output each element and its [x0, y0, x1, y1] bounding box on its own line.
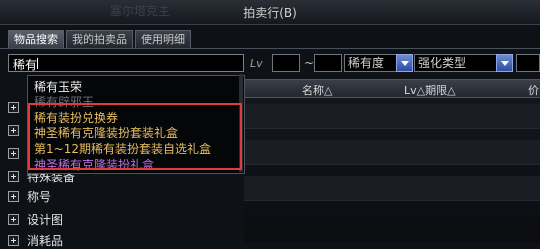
column-price[interactable]: 价	[528, 82, 539, 98]
tab-usage-details[interactable]: 使用明细	[135, 30, 191, 48]
search-input-value: 稀有	[13, 58, 38, 72]
search-input[interactable]: 稀有	[8, 54, 244, 72]
rarity-select-chevron-down-icon[interactable]	[396, 54, 413, 72]
enhance-type-select[interactable]: 强化类型	[414, 54, 513, 72]
expand-plus-icon[interactable]	[8, 101, 19, 113]
category-label: 称号	[27, 189, 52, 204]
text-caret	[37, 58, 38, 69]
window-title: 拍卖行(B)	[243, 6, 297, 20]
expand-plus-icon[interactable]	[8, 190, 19, 202]
level-min-input[interactable]	[272, 54, 300, 72]
extra-filter-input[interactable]	[516, 54, 540, 72]
category-item-title[interactable]: 称号	[8, 187, 51, 205]
rarity-select-value: 稀有度	[348, 56, 385, 70]
enhance-type-select-value: 强化类型	[418, 56, 467, 70]
category-item-hidden-2[interactable]	[8, 121, 27, 139]
tab-my-auctions[interactable]: 我的拍卖品	[66, 30, 133, 48]
category-label: 设计图	[27, 212, 64, 227]
window-titlebar: 塞尔塔克主 拍卖行(B)	[0, 0, 540, 25]
level-separator: ~	[304, 56, 315, 70]
category-item-consumables[interactable]: 消耗品	[8, 231, 63, 249]
expand-plus-icon[interactable]	[8, 147, 19, 159]
enhance-type-select-chevron-down-icon[interactable]	[496, 54, 513, 72]
column-lv-period[interactable]: Lv△期限△	[404, 82, 456, 98]
expand-plus-icon[interactable]	[8, 124, 19, 136]
result-row[interactable]	[244, 104, 540, 129]
tab-divider	[0, 48, 540, 49]
tab-bar: 物品搜索 我的拍卖品 使用明细	[8, 30, 193, 48]
rarity-select[interactable]: 稀有度	[344, 54, 413, 72]
expand-plus-icon[interactable]	[8, 234, 19, 246]
category-label: 消耗品	[27, 233, 64, 248]
category-item-hidden-3[interactable]	[8, 144, 27, 162]
category-item-hidden-1[interactable]	[8, 98, 27, 116]
expand-plus-icon[interactable]	[8, 213, 19, 225]
tab-item-search[interactable]: 物品搜索	[8, 30, 64, 48]
highlight-box	[28, 103, 242, 170]
level-label: Lv	[250, 57, 263, 70]
category-item-blueprint[interactable]: 设计图	[8, 210, 63, 228]
result-row[interactable]	[244, 140, 540, 165]
column-name[interactable]: 名称△	[302, 82, 332, 98]
results-list	[244, 98, 540, 243]
result-row[interactable]	[244, 176, 540, 201]
expand-plus-icon[interactable]	[8, 170, 19, 182]
level-max-input[interactable]	[314, 54, 342, 72]
results-header: 名称△ Lv△期限△ 价	[244, 79, 540, 98]
